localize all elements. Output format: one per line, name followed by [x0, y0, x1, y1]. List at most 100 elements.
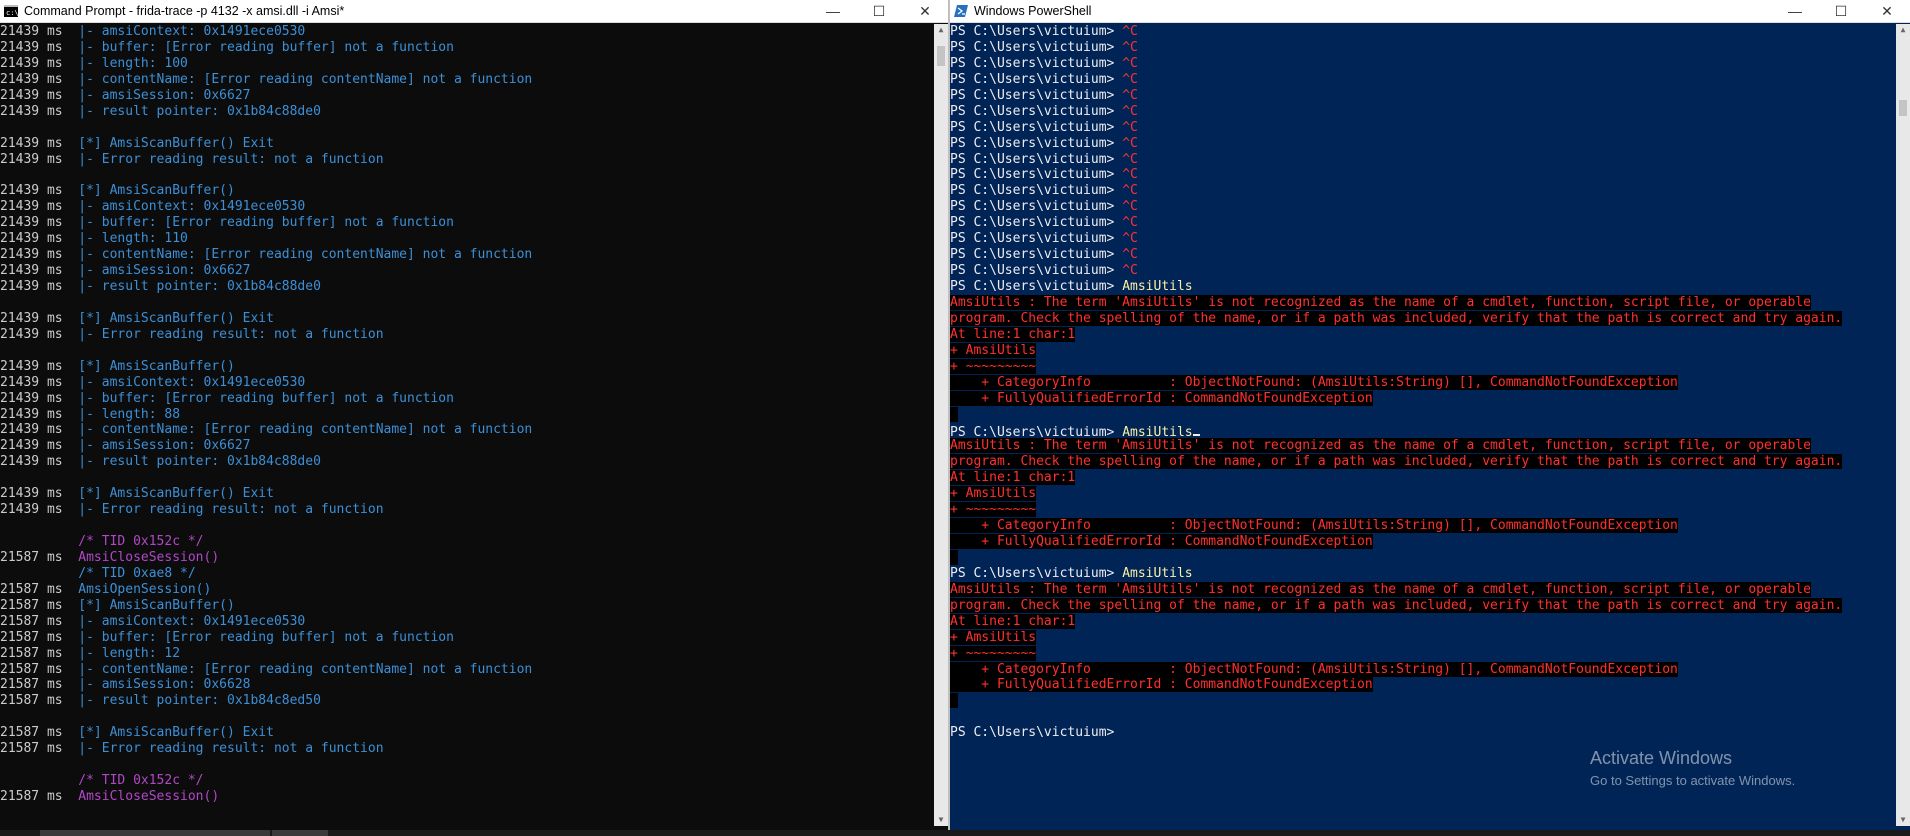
ps-line-segment: ^C [1122, 135, 1138, 151]
ps-output-line [950, 693, 1896, 709]
ps-output-line: AmsiUtils : The term 'AmsiUtils' is not … [950, 438, 1896, 454]
cmd-line-segment: |- length: 110 [78, 231, 188, 247]
cmd-scrollbar[interactable]: ▲ ▼ [934, 24, 948, 826]
ps-line-segment: ^C [1122, 24, 1138, 39]
cmd-line-segment: |- contentName: [Error reading contentNa… [78, 71, 533, 87]
cmd-line-segment: |- buffer: [Error reading buffer] not a … [78, 629, 454, 645]
cmd-line-segment: [*] AmsiScanBuffer() [78, 358, 235, 374]
cmd-line-segment: 21439 ms [0, 390, 79, 406]
cmd-line-segment: |- contentName: [Error reading contentNa… [78, 422, 533, 438]
cmd-minimize-button[interactable]: — [810, 0, 856, 22]
cmd-output-line: 21587 ms |- length: 12 [0, 646, 934, 662]
cmd-line-segment: 21439 ms [0, 135, 79, 151]
ps-output-line: + AmsiUtils [950, 629, 1896, 646]
cmd-output-line: 21439 ms |- length: 88 [0, 407, 934, 423]
cmd-line-segment: 21587 ms [0, 741, 79, 757]
ps-output-line: + AmsiUtils [950, 342, 1896, 359]
cmd-close-button[interactable]: ✕ [902, 0, 948, 22]
cmd-output-line: 21439 ms |- result pointer: 0x1b84c88de0 [0, 279, 934, 295]
ps-output-line: PS C:\Users\victuium> ^C [950, 120, 1896, 136]
cmd-maximize-button[interactable]: ☐ [856, 0, 902, 22]
ps-line-segment: At line:1 char:1 [950, 613, 1076, 629]
ps-output-line: PS C:\Users\victuium> [950, 725, 1896, 741]
ps-line-segment: PS C:\Users\victuium> [950, 199, 1123, 215]
cmd-output-line [0, 295, 934, 311]
ps-line-segment: PS C:\Users\victuium> [950, 725, 1123, 741]
taskbar-item[interactable] [40, 830, 270, 836]
cmd-line-segment: |- result pointer: 0x1b84c8ed50 [78, 693, 321, 709]
cmd-line-segment: |- Error reading result: not a function [78, 741, 384, 757]
cmd-line-segment: |- amsiContext: 0x1491ece0530 [78, 24, 306, 39]
powershell-app-icon [954, 5, 968, 17]
ps-line-segment: + FullyQualifiedErrorId : CommandNotFoun… [950, 390, 1373, 406]
ps-console-output[interactable]: PS C:\Users\victuium> ^C PS C:\Users\vict… [950, 24, 1896, 826]
cmd-line-segment: 21439 ms [0, 502, 79, 518]
cmd-output-line: 21439 ms |- buffer: [Error reading buffe… [0, 40, 934, 56]
cmd-scroll-down-icon[interactable]: ▼ [934, 814, 948, 826]
ps-output-line: program. Check the spelling of the name,… [950, 597, 1896, 614]
ps-scroll-up-icon[interactable]: ▲ [1896, 24, 1910, 36]
cmd-line-segment: 21439 ms [0, 247, 79, 263]
taskbar-item[interactable] [272, 830, 328, 836]
ps-line-segment: + FullyQualifiedErrorId : CommandNotFoun… [950, 534, 1373, 549]
ps-line-segment: program. Check the spelling of the name,… [950, 454, 1843, 470]
ps-window-title: Windows PowerShell [974, 4, 1092, 18]
taskbar [0, 830, 1910, 836]
cmd-line-segment: 21439 ms [0, 183, 79, 199]
cmd-output-line: 21587 ms |- Error reading result: not a … [0, 741, 934, 757]
ps-line-segment: + AmsiUtils [950, 629, 1037, 645]
cmd-line-segment: /* TID 0x152c */ [78, 773, 204, 789]
ps-line-segment: ^C [1122, 231, 1138, 247]
cmd-line-segment: AmsiCloseSession() [78, 789, 220, 804]
cmd-output-line: 21439 ms |- Error reading result: not a … [0, 152, 934, 168]
cmd-console-output[interactable]: 21439 ms |- amsiContext: 0x1491ece0530 21… [0, 24, 934, 826]
cmd-line-segment: |- buffer: [Error reading buffer] not a … [78, 390, 454, 406]
cmd-line-segment: |- length: 100 [78, 55, 188, 71]
ps-output-line [950, 549, 1896, 566]
cmd-output-line: 21587 ms [*] AmsiScanBuffer() Exit [0, 725, 934, 741]
ps-scroll-thumb[interactable] [1899, 100, 1907, 116]
ps-output-line: + ~~~~~~~~~ [950, 502, 1896, 518]
ps-close-button[interactable]: ✕ [1864, 0, 1910, 22]
ps-maximize-button[interactable]: ☐ [1818, 0, 1864, 22]
powershell-window[interactable]: Windows PowerShell — ☐ ✕ PS C:\Users\vic… [950, 0, 1910, 836]
ps-output-line: PS C:\Users\victuium> ^C [950, 263, 1896, 279]
cmd-line-segment: |- Error reading result: not a function [78, 151, 384, 167]
ps-output-line: PS C:\Users\victuium> ^C [950, 215, 1896, 231]
ps-title-bar[interactable]: Windows PowerShell — ☐ ✕ [950, 0, 1910, 23]
cmd-line-segment: 21439 ms [0, 438, 79, 454]
ps-scroll-down-icon[interactable]: ▼ [1896, 814, 1910, 826]
ps-line-segment: PS C:\Users\victuium> [950, 135, 1123, 151]
ps-line-segment: PS C:\Users\victuium> [950, 565, 1123, 581]
ps-line-segment: + AmsiUtils [950, 342, 1037, 358]
ps-line-segment: PS C:\Users\victuium> [950, 263, 1123, 279]
cmd-output-line: /* TID 0x152c */ [0, 534, 934, 550]
ps-line-segment: AmsiUtils : The term 'AmsiUtils' is not … [950, 438, 1811, 454]
cmd-line-segment: 21587 ms [0, 789, 79, 804]
cmd-line-segment: 21439 ms [0, 358, 79, 374]
cmd-output-line: 21439 ms |- Error reading result: not a … [0, 502, 934, 518]
cmd-line-segment: 21587 ms [0, 725, 79, 741]
cmd-output-line: 21587 ms [*] AmsiScanBuffer() [0, 598, 934, 614]
cmd-line-segment: |- amsiContext: 0x1491ece0530 [78, 199, 306, 215]
command-prompt-window[interactable]: c:\ Command Prompt - frida-trace -p 4132… [0, 0, 948, 836]
ps-output-line: PS C:\Users\victuium> ^C [950, 136, 1896, 152]
ps-line-segment: program. Check the spelling of the name,… [950, 310, 1843, 326]
cmd-line-segment: AmsiCloseSession() [78, 549, 220, 565]
cmd-output-line: 21439 ms [*] AmsiScanBuffer() [0, 359, 934, 375]
ps-line-segment [950, 549, 958, 565]
cmd-line-segment: [*] AmsiScanBuffer() Exit [78, 135, 274, 151]
cmd-scroll-thumb[interactable] [937, 46, 945, 66]
cmd-line-segment: 21587 ms [0, 661, 79, 677]
cmd-output-line: 21587 ms AmsiCloseSession() [0, 550, 934, 566]
ps-line-segment: PS C:\Users\victuium> [950, 119, 1123, 135]
cmd-line-segment: 21439 ms [0, 103, 79, 119]
cmd-line-segment: 21439 ms [0, 87, 79, 103]
ps-minimize-button[interactable]: — [1772, 0, 1818, 22]
ps-output-line: program. Check the spelling of the name,… [950, 454, 1896, 470]
cmd-title-bar[interactable]: c:\ Command Prompt - frida-trace -p 4132… [0, 0, 948, 23]
cmd-scroll-up-icon[interactable]: ▲ [934, 24, 948, 36]
ps-line-segment: + CategoryInfo : ObjectNotFound: (AmsiUt… [950, 518, 1678, 534]
cmd-output-line [0, 343, 934, 359]
ps-scrollbar[interactable]: ▲ ▼ [1896, 24, 1910, 826]
